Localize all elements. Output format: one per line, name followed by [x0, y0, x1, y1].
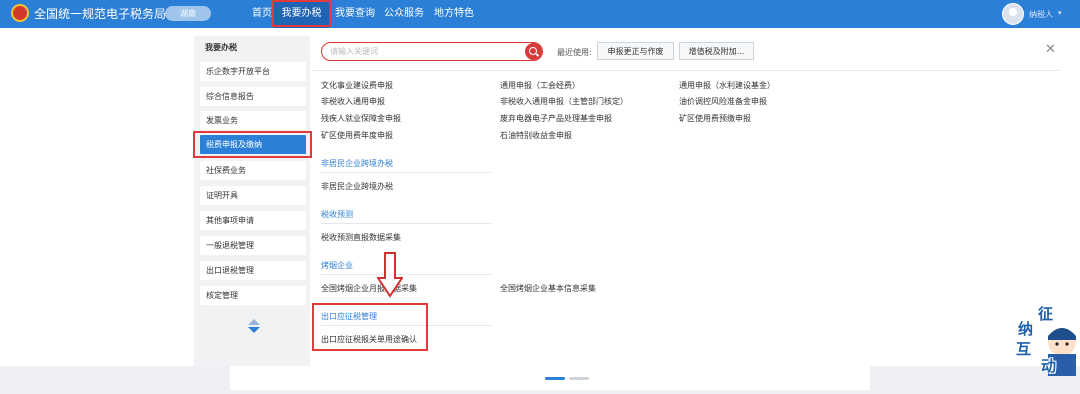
link-ewaste-fund[interactable]: 废弃电器电子产品处理基金申报 [500, 113, 612, 124]
recent-item-vat[interactable]: 增值税及附加... [679, 42, 754, 60]
user-dropdown-caret-icon[interactable]: ▾ [1058, 9, 1062, 17]
watermark-char-1: 征 [1038, 305, 1054, 323]
sidebar-item-assessment[interactable]: 核定管理 [200, 286, 306, 305]
link-mining-annual[interactable]: 矿区使用费年度申报 [321, 130, 393, 141]
scroll-up-arrow-icon[interactable] [248, 319, 260, 325]
sidebar-item-general-refund[interactable]: 一般退税管理 [200, 236, 306, 255]
annotation-arrow-icon [377, 252, 403, 298]
link-union-fee[interactable]: 通用申报（工会经费） [500, 80, 580, 91]
region-selector[interactable]: 湖南 [165, 6, 211, 21]
user-name[interactable]: 纳税人 [1029, 9, 1053, 20]
highlight-box-export [312, 303, 428, 351]
scroll-down-arrow-icon[interactable] [248, 327, 260, 333]
link-disability-fund[interactable]: 残疾人就业保障金申报 [321, 113, 401, 124]
search-field [321, 42, 543, 61]
sidebar-item-info-report[interactable]: 综合信息报告 [200, 87, 306, 106]
watermark-char-2: 纳 [1018, 320, 1034, 338]
user-avatar[interactable] [1002, 3, 1024, 25]
recent-item-correction[interactable]: 申报更正与作废 [597, 42, 674, 60]
link-water-fund[interactable]: 通用申报（水利建设基金） [679, 80, 775, 91]
section-title-tobacco: 烤烟企业 [321, 261, 353, 270]
sidebar-item-social-security[interactable]: 社保费业务 [200, 161, 306, 180]
search-icon[interactable] [525, 43, 542, 60]
tax-emblem-logo [11, 4, 29, 22]
carousel-dot[interactable] [569, 377, 589, 380]
nav-public-service[interactable]: 公众服务 [384, 0, 424, 28]
link-mining-prepay[interactable]: 矿区使用费预缴申报 [679, 113, 751, 124]
search-input[interactable] [330, 45, 520, 58]
sidebar-item-certificate[interactable]: 证明开具 [200, 186, 306, 205]
sidebar-item-export-refund[interactable]: 出口退税管理 [200, 261, 306, 280]
link-oil-income[interactable]: 石油特别收益金申报 [500, 130, 572, 141]
section-title-forecast: 税收预测 [321, 210, 353, 219]
nav-local-features[interactable]: 地方特色 [434, 0, 474, 28]
link-nontax-general[interactable]: 非税收入通用申报 [321, 96, 385, 107]
link-oil-risk-fund[interactable]: 油价调控风险准备金申报 [679, 96, 767, 107]
sidebar-item-invoice[interactable]: 发票业务 [200, 111, 306, 130]
recent-label: 最近使用: [557, 48, 592, 57]
nav-home[interactable]: 首页 [252, 0, 272, 28]
link-nonresident-cross-border[interactable]: 非居民企业跨境办税 [321, 181, 393, 192]
nav-query[interactable]: 我要查询 [335, 0, 375, 28]
carousel-dot-active[interactable] [545, 377, 565, 380]
sidebar-item-leqi-platform[interactable]: 乐企数字开放平台 [200, 62, 306, 81]
dropdown-panel [0, 28, 1080, 366]
link-nontax-dept[interactable]: 非税收入通用申报（主管部门核定） [500, 96, 628, 107]
section-divider [321, 274, 491, 275]
highlight-box-nav [272, 0, 331, 27]
section-divider [321, 223, 491, 224]
watermark-char-4: 动 [1041, 357, 1057, 375]
link-forecast-data[interactable]: 税收预测直报数据采集 [321, 232, 401, 243]
section-title-nonresident: 非居民企业跨境办税 [321, 159, 393, 168]
link-culture-fee[interactable]: 文化事业建设费申报 [321, 80, 393, 91]
search-divider [312, 70, 1060, 71]
section-divider [321, 172, 491, 173]
sidebar-title: 我要办税 [205, 43, 237, 52]
watermark-char-3: 互 [1016, 340, 1032, 358]
link-tobacco-basic[interactable]: 全国烤烟企业基本信息采集 [500, 283, 596, 294]
site-title: 全国统一规范电子税务局 [34, 7, 167, 21]
sidebar-item-other-requests[interactable]: 其他事项申请 [200, 211, 306, 230]
highlight-box-sidebar [193, 131, 312, 158]
close-icon[interactable]: ✕ [1045, 42, 1056, 57]
